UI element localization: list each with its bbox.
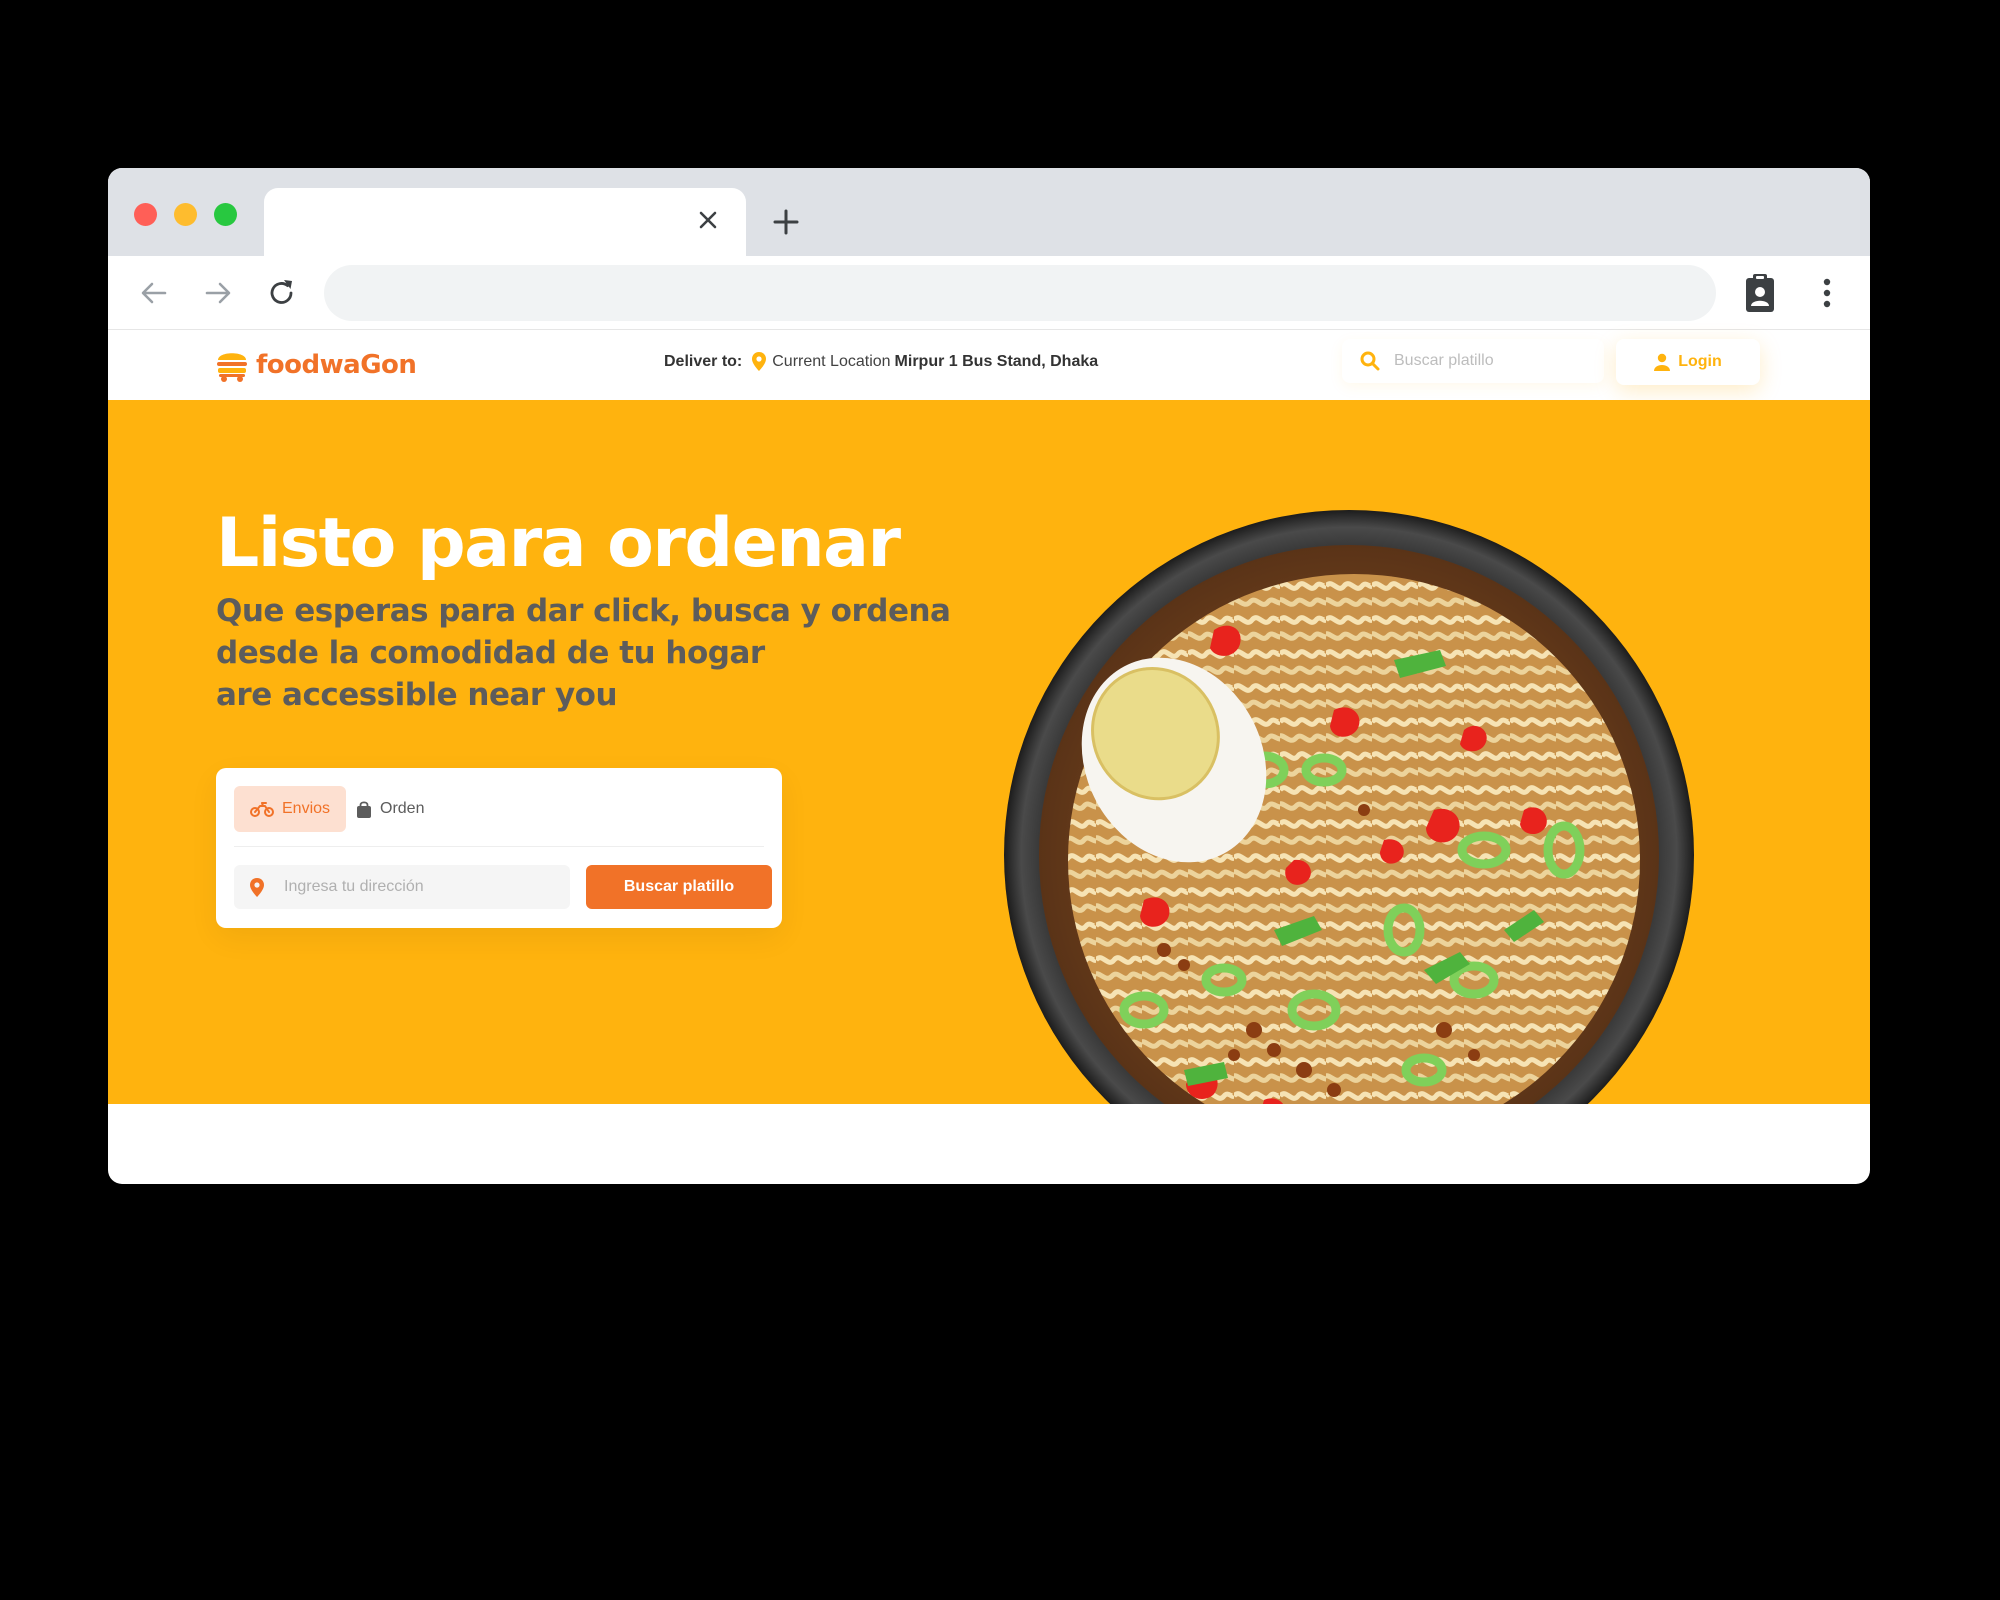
address-input[interactable] bbox=[282, 877, 552, 897]
search-icon bbox=[1360, 351, 1380, 371]
search-input[interactable] bbox=[1392, 351, 1592, 371]
clipboard-user-icon[interactable] bbox=[1740, 272, 1780, 314]
browser-toolbar bbox=[108, 256, 1870, 330]
address-bar[interactable] bbox=[324, 265, 1716, 321]
noodle-bowl-image bbox=[1004, 510, 1694, 1104]
order-card: Envios Orden Buscar platillo bbox=[216, 768, 782, 928]
motorcycle-icon bbox=[250, 802, 274, 817]
tab-delivery[interactable]: Envios bbox=[234, 786, 347, 832]
hero-subtitle-line: Que esperas para dar click, busca y orde… bbox=[216, 593, 951, 629]
deliver-label: Deliver to: bbox=[664, 352, 743, 370]
location-value: Mirpur 1 Bus Stand, Dhaka bbox=[894, 352, 1099, 370]
find-food-button[interactable]: Buscar platillo bbox=[586, 865, 772, 909]
map-pin-icon bbox=[752, 352, 767, 371]
hero-section: Listo para ordenar Que esperas para dar … bbox=[108, 400, 1870, 1104]
login-label: Login bbox=[1678, 353, 1722, 370]
hero-subtitle: Que esperas para dar click, busca y orde… bbox=[216, 590, 951, 716]
kebab-menu-icon[interactable] bbox=[1814, 273, 1840, 313]
browser-window: foodwaGon Deliver to: Current Location M… bbox=[108, 168, 1870, 1184]
tab-bar bbox=[108, 168, 1870, 256]
current-location-label: Current Location bbox=[772, 352, 891, 370]
active-tab[interactable] bbox=[264, 188, 746, 256]
tab-label: Orden bbox=[380, 800, 425, 817]
map-pin-icon bbox=[250, 877, 264, 897]
arrow-left-icon[interactable] bbox=[134, 273, 174, 313]
hero-title: Listo para ordenar bbox=[216, 504, 901, 583]
tab-label: Envios bbox=[282, 800, 331, 817]
header-search[interactable] bbox=[1342, 339, 1604, 383]
user-icon bbox=[1654, 353, 1671, 371]
zoom-window-dot[interactable] bbox=[214, 203, 237, 226]
close-icon[interactable] bbox=[690, 202, 726, 238]
delivery-location[interactable]: Deliver to: Current Location Mirpur 1 Bu… bbox=[664, 352, 1098, 371]
close-window-dot[interactable] bbox=[134, 203, 157, 226]
site-header: foodwaGon Deliver to: Current Location M… bbox=[108, 330, 1870, 400]
food-wagon-icon bbox=[217, 353, 247, 382]
card-divider bbox=[234, 846, 764, 847]
plus-icon[interactable] bbox=[766, 202, 806, 242]
reload-icon[interactable] bbox=[262, 273, 302, 313]
brand-name: foodwaGon bbox=[256, 350, 417, 380]
shopping-bag-icon bbox=[357, 801, 371, 818]
login-button[interactable]: Login bbox=[1616, 339, 1760, 385]
tab-pickup[interactable]: Orden bbox=[340, 786, 440, 832]
arrow-right-icon[interactable] bbox=[198, 273, 238, 313]
brand-logo[interactable]: foodwaGon bbox=[216, 344, 417, 386]
address-field[interactable] bbox=[234, 865, 570, 909]
hero-subtitle-line: are accessible near you bbox=[216, 677, 618, 713]
hero-subtitle-line: desde la comodidad de tu hogar bbox=[216, 635, 765, 671]
minimize-window-dot[interactable] bbox=[174, 203, 197, 226]
